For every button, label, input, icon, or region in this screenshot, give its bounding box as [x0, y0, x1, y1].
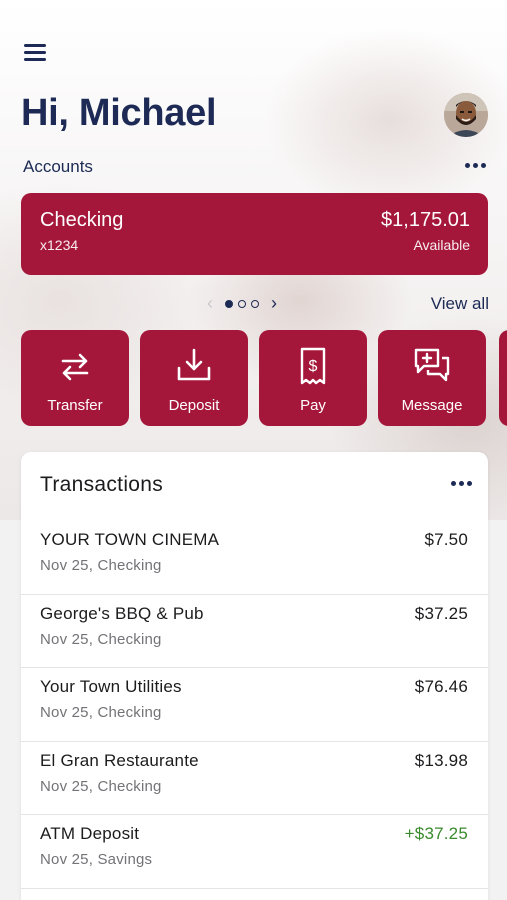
transaction-amount: $13.98	[414, 750, 468, 770]
transaction-row[interactable]: YOUR TOWN CINEMA Nov 25, Checking $7.50	[21, 521, 488, 595]
pager-dot-1[interactable]	[225, 299, 233, 308]
accounts-label: Accounts	[23, 157, 93, 176]
pager-dots	[225, 299, 259, 308]
transaction-name: YOUR TOWN CINEMA	[40, 530, 220, 549]
transaction-row[interactable]: El Gran Restaurante Nov 25, Checking $13…	[21, 742, 488, 815]
transaction-meta: Nov 25, Checking	[40, 704, 162, 721]
transaction-amount: $7.50	[424, 530, 468, 549]
checking-account-card[interactable]: Checking x1234 $1,175.01 Available	[21, 193, 488, 275]
transfer-button[interactable]: Transfer	[21, 330, 129, 426]
transaction-row[interactable]: George's BBQ & Pub Nov 25, Checking $37.…	[21, 595, 488, 668]
view-all-link[interactable]: View all	[431, 294, 489, 314]
transactions-title: Transactions	[40, 473, 164, 496]
transaction-name: El Gran Restaurante	[40, 750, 199, 770]
account-balance: $1,175.01	[381, 209, 470, 231]
account-pager: ‹ ›	[204, 293, 280, 314]
svg-text:$: $	[309, 358, 318, 375]
deposit-label: Deposit	[168, 397, 220, 414]
transaction-meta: Nov 25, Checking	[40, 557, 162, 574]
account-number: x1234	[40, 237, 79, 253]
transaction-name: ATM Deposit	[40, 824, 140, 843]
transaction-row[interactable]: Your Town Utilities Nov 25, Checking $76…	[21, 668, 488, 742]
transaction-meta: Nov 25, Checking	[40, 630, 162, 648]
profile-avatar[interactable]	[444, 93, 488, 137]
transaction-amount: $76.46	[414, 677, 468, 696]
transaction-amount: +$37.25	[404, 824, 468, 843]
transactions-list: YOUR TOWN CINEMA Nov 25, Checking $7.50 …	[21, 521, 488, 889]
transactions-card: Transactions YOUR TOWN CINEMA Nov 25, Ch…	[21, 452, 488, 900]
pager-dot-2[interactable]	[238, 299, 246, 308]
transaction-row[interactable]: ATM Deposit Nov 25, Savings +$37.25	[21, 815, 488, 889]
deposit-button[interactable]: Deposit	[140, 330, 248, 426]
greeting-title: Hi, Michael	[21, 92, 217, 134]
quick-actions: Transfer Deposit $ Pay Message	[21, 330, 486, 426]
pay-button[interactable]: $ Pay	[259, 330, 367, 426]
pay-label: Pay	[300, 397, 326, 414]
pager-dot-3[interactable]	[251, 299, 259, 308]
transactions-more-icon[interactable]	[451, 481, 472, 486]
next-action-peek[interactable]	[499, 330, 507, 426]
accounts-more-icon[interactable]	[465, 163, 486, 168]
app-screen: Hi, Michael Accounts Checking x1234 $1,1…	[0, 0, 507, 900]
transfer-arrows-icon	[61, 353, 89, 381]
message-plus-icon	[414, 348, 450, 382]
account-name: Checking	[40, 209, 124, 231]
chevron-right-icon[interactable]: ›	[268, 293, 280, 314]
transaction-name: Your Town Utilities	[40, 677, 182, 696]
transaction-amount: $37.25	[414, 603, 468, 623]
deposit-tray-icon	[177, 348, 211, 381]
bill-pay-receipt-icon: $	[300, 347, 326, 385]
transaction-name: George's BBQ & Pub	[40, 603, 204, 623]
message-button[interactable]: Message	[378, 330, 486, 426]
transfer-label: Transfer	[47, 397, 103, 414]
message-label: Message	[401, 397, 463, 414]
chevron-left-icon[interactable]: ‹	[204, 293, 216, 314]
transaction-meta: Nov 25, Savings	[40, 851, 153, 868]
transaction-meta: Nov 25, Checking	[40, 777, 162, 795]
hamburger-menu-icon[interactable]	[24, 44, 46, 62]
account-balance-label: Available	[413, 237, 470, 253]
